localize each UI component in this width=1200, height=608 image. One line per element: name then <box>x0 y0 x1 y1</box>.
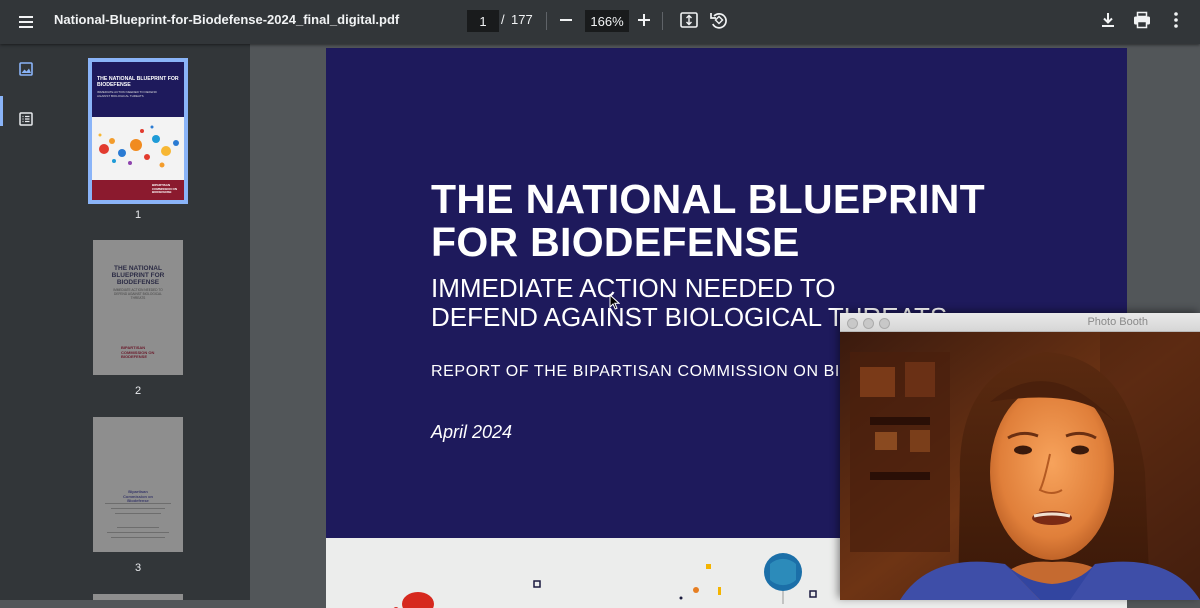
cover-title: THE NATIONAL BLUEPRINT FOR BIODEFENSE <box>431 178 985 264</box>
thumbnail-text-line <box>111 508 165 509</box>
active-view-indicator <box>0 96 3 126</box>
rotate-icon[interactable] <box>708 9 730 31</box>
thumbnail-subtitle: IMMEDIATE ACTION NEEDED TO DEFEND AGAINS… <box>113 288 163 300</box>
thumbnail-title: THE NATIONAL BLUEPRINT FOR BIODEFENSE <box>111 265 165 286</box>
toolbar-divider <box>546 12 547 30</box>
cover-subtitle-line-1: IMMEDIATE ACTION NEEDED TO <box>431 273 836 303</box>
download-icon[interactable] <box>1097 9 1119 31</box>
zoom-in-button[interactable] <box>634 9 654 31</box>
zoom-out-button[interactable] <box>556 9 576 31</box>
thumbnail-cover-art <box>98 125 179 168</box>
page-count: 177 <box>511 12 533 27</box>
photo-booth-titlebar[interactable]: Photo Booth <box>840 313 1200 332</box>
cover-title-line-2: FOR BIODEFENSE <box>431 219 800 265</box>
photo-booth-title: Photo Booth <box>1087 316 1148 328</box>
thumbnail-text-line <box>107 532 169 533</box>
page-thumbnail-2[interactable]: THE NATIONAL BLUEPRINT FOR BIODEFENSE IM… <box>93 240 183 375</box>
thumbnail-number: 3 <box>134 562 142 574</box>
page-separator: / <box>501 12 505 27</box>
zoom-level-input[interactable] <box>585 10 629 32</box>
document-title: National-Blueprint-for-Biodefense-2024_f… <box>54 12 400 27</box>
page-thumbnail-1[interactable]: THE NATIONAL BLUEPRINT FOR BIODEFENSE IM… <box>88 58 188 204</box>
mouse-cursor-icon <box>609 293 621 315</box>
thumbnail-logo: BIPARTISAN COMMISSION ON BIODEFENSE <box>152 183 178 195</box>
photo-booth-window[interactable]: Photo Booth <box>840 313 1200 600</box>
cover-title-line-1: THE NATIONAL BLUEPRINT <box>431 176 986 222</box>
thumbnail-text-line <box>117 527 159 528</box>
thumbnail-logo: BIPARTISAN COMMISSION ON BIODEFENSE <box>121 345 155 359</box>
thumbnails-view-icon[interactable] <box>14 57 38 81</box>
menu-icon[interactable] <box>14 10 38 34</box>
thumbnail-title: THE NATIONAL BLUEPRINT FOR BIODEFENSE <box>97 76 179 88</box>
page-number-input[interactable] <box>467 10 499 32</box>
print-icon[interactable] <box>1131 9 1153 31</box>
pdf-toolbar: National-Blueprint-for-Biodefense-2024_f… <box>0 0 1200 44</box>
webcam-video <box>840 332 1200 600</box>
thumbnail-subtitle: IMMEDIATE ACTION NEEDED TO DEFEND AGAINS… <box>97 90 157 98</box>
thumbnail-sidebar: THE NATIONAL BLUEPRINT FOR BIODEFENSE IM… <box>0 44 250 600</box>
thumbnail-number: 2 <box>134 385 142 397</box>
thumbnail-text-line <box>111 537 165 538</box>
cover-date: April 2024 <box>431 422 513 442</box>
document-outline-icon[interactable] <box>14 107 38 131</box>
thumbnail-number: 1 <box>134 209 142 221</box>
toolbar-divider <box>662 12 663 30</box>
fit-to-page-icon[interactable] <box>678 9 700 31</box>
thumbnail-logo: Bipartisan Commission on Biodefense <box>123 489 154 503</box>
thumbnail-text-line <box>115 513 161 514</box>
page-thumbnail-3[interactable]: Bipartisan Commission on Biodefense <box>93 417 183 552</box>
thumbnail-text-line <box>105 503 171 504</box>
page-thumbnail-4[interactable] <box>93 594 183 600</box>
more-options-icon[interactable] <box>1165 9 1187 31</box>
